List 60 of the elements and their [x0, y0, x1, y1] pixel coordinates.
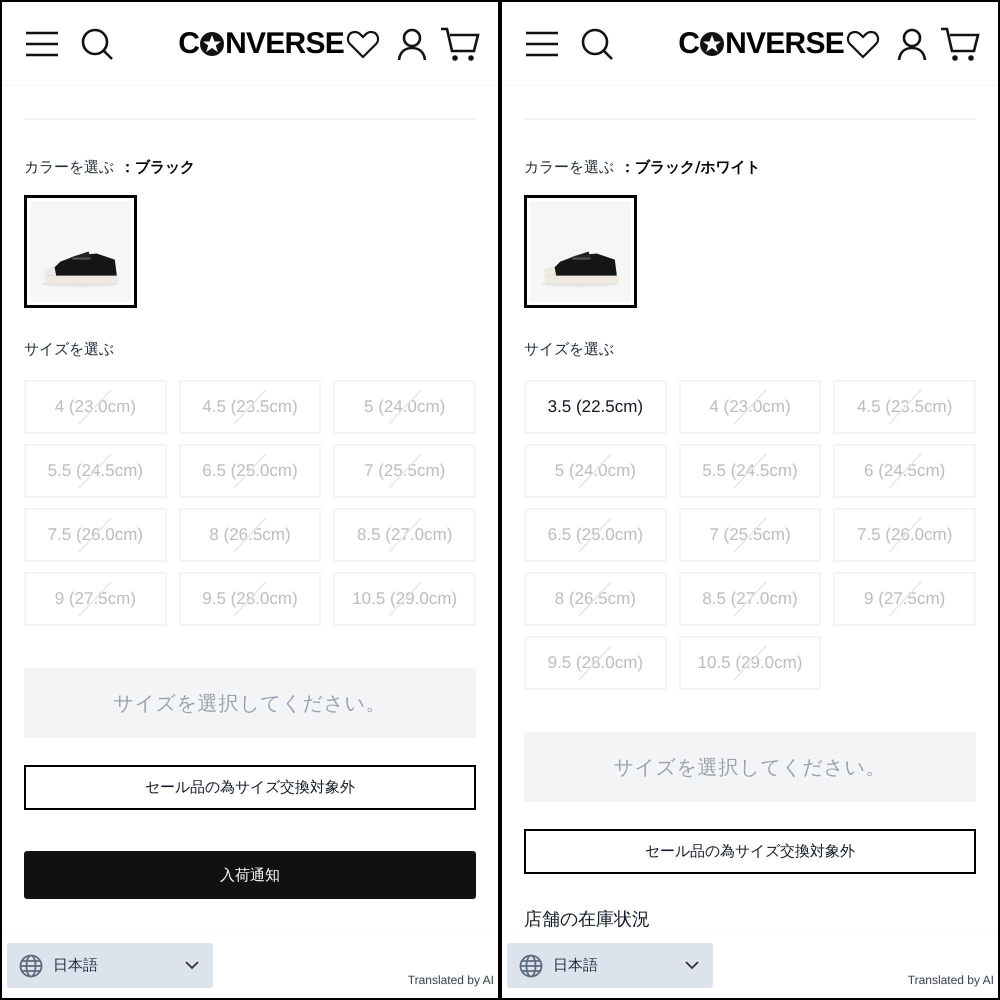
size-option[interactable]: 7.5 (26.0cm)	[833, 508, 976, 562]
heart-icon[interactable]	[346, 28, 380, 58]
globe-icon	[19, 954, 43, 978]
color-value: ：ブラック/ホワイト	[620, 157, 760, 178]
search-icon[interactable]	[80, 26, 114, 60]
brand-logo[interactable]: C NVERSE	[178, 28, 344, 58]
color-swatch[interactable]	[24, 194, 137, 308]
size-option[interactable]: 4.5 (23.5cm)	[178, 380, 322, 434]
notice-box: セール品の為サイズ交換対象外	[524, 829, 976, 874]
size-option[interactable]: 9 (27.5cm)	[24, 572, 167, 626]
size-option[interactable]: 8.5 (27.0cm)	[678, 572, 822, 626]
size-option[interactable]: 7 (25.5cm)	[678, 508, 822, 562]
color-label: カラーを選ぶ	[24, 157, 114, 178]
heart-icon[interactable]	[846, 28, 880, 58]
color-value: ：ブラック	[120, 157, 195, 178]
size-option[interactable]: 9.5 (28.0cm)	[178, 572, 322, 626]
color-swatch[interactable]	[524, 194, 637, 308]
account-icon[interactable]	[396, 26, 428, 60]
size-option[interactable]: 4 (23.0cm)	[678, 380, 822, 434]
size-option[interactable]: 10.5 (29.0cm)	[678, 636, 822, 690]
store-stock-heading: 店舗の在庫状況	[524, 908, 651, 932]
translation-credit: Translated by AI	[408, 974, 494, 986]
size-option[interactable]: 5 (24.0cm)	[333, 380, 476, 434]
size-option[interactable]: 9.5 (28.0cm)	[524, 636, 667, 690]
size-label: サイズを選ぶ	[24, 338, 115, 360]
globe-icon	[519, 954, 543, 978]
language-select[interactable]: 日本語	[507, 943, 713, 988]
language-label: 日本語	[553, 955, 598, 976]
size-option[interactable]: 8 (26.5cm)	[524, 572, 667, 626]
size-option[interactable]: 9 (27.5cm)	[833, 572, 976, 626]
size-option[interactable]: 6.5 (25.0cm)	[524, 508, 667, 562]
size-option[interactable]: 5.5 (24.5cm)	[24, 444, 167, 498]
color-label: カラーを選ぶ	[524, 157, 614, 178]
size-option[interactable]: 3.5 (22.5cm)	[524, 380, 667, 434]
size-option[interactable]: 10.5 (29.0cm)	[333, 572, 476, 626]
size-option[interactable]: 6.5 (25.0cm)	[178, 444, 322, 498]
size-option[interactable]: 5 (24.0cm)	[524, 444, 667, 498]
search-icon[interactable]	[580, 26, 614, 60]
size-option[interactable]: 6 (24.5cm)	[833, 444, 976, 498]
chevron-down-icon	[185, 961, 199, 970]
notice-box: セール品の為サイズ交換対象外	[24, 765, 476, 810]
size-option[interactable]: 7.5 (26.0cm)	[24, 508, 167, 562]
cart-icon[interactable]	[440, 26, 480, 62]
menu-icon[interactable]	[24, 28, 60, 58]
size-option[interactable]: 7 (25.5cm)	[333, 444, 476, 498]
notify-button[interactable]: 入荷通知	[24, 851, 476, 899]
cart-icon[interactable]	[940, 26, 980, 62]
size-option[interactable]: 4.5 (23.5cm)	[833, 380, 976, 434]
language-label: 日本語	[53, 955, 98, 976]
account-icon[interactable]	[896, 26, 928, 60]
brand-logo[interactable]: C NVERSE	[678, 28, 844, 58]
translation-credit: Translated by AI	[908, 974, 994, 986]
size-label: サイズを選ぶ	[524, 338, 615, 360]
size-option[interactable]: 4 (23.0cm)	[24, 380, 167, 434]
size-option[interactable]: 8 (26.5cm)	[178, 508, 322, 562]
size-option[interactable]: 5.5 (24.5cm)	[678, 444, 822, 498]
language-select[interactable]: 日本語	[7, 943, 213, 988]
chevron-down-icon	[685, 961, 699, 970]
menu-icon[interactable]	[524, 28, 560, 58]
size-option[interactable]: 8.5 (27.0cm)	[333, 508, 476, 562]
